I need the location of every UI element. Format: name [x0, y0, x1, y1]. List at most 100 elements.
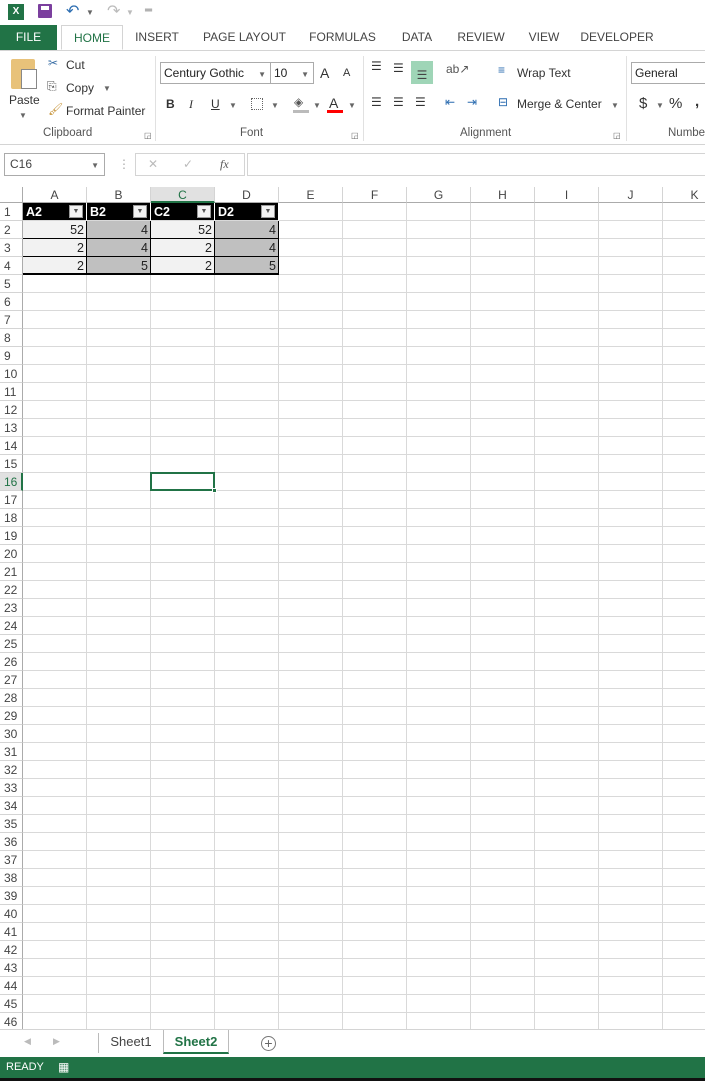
cell[interactable]	[23, 941, 87, 959]
redo-dropdown-icon[interactable]: ▼	[126, 8, 134, 17]
cell[interactable]	[599, 707, 663, 725]
cell[interactable]	[471, 491, 535, 509]
row-header-39[interactable]: 39	[0, 887, 23, 905]
cell[interactable]	[663, 887, 705, 905]
cell[interactable]	[663, 491, 705, 509]
cell[interactable]	[407, 329, 471, 347]
row-header-9[interactable]: 9	[0, 347, 23, 365]
cell[interactable]	[343, 941, 407, 959]
cell[interactable]	[407, 545, 471, 563]
save-icon[interactable]	[38, 4, 52, 18]
alignment-launcher-icon[interactable]: ◲	[613, 131, 621, 140]
cell[interactable]	[151, 761, 215, 779]
cell[interactable]	[215, 419, 279, 437]
row-header-42[interactable]: 42	[0, 941, 23, 959]
row-header-20[interactable]: 20	[0, 545, 23, 563]
cell[interactable]	[471, 221, 535, 239]
cell[interactable]	[151, 437, 215, 455]
cell[interactable]	[215, 617, 279, 635]
clipboard-launcher-icon[interactable]: ◲	[144, 131, 152, 140]
cell[interactable]	[535, 743, 599, 761]
cell[interactable]	[87, 707, 151, 725]
cell[interactable]	[663, 365, 705, 383]
cell[interactable]	[407, 887, 471, 905]
tab-view[interactable]: VIEW	[518, 25, 570, 50]
cell[interactable]	[535, 257, 599, 275]
cell[interactable]	[23, 995, 87, 1013]
cell[interactable]	[87, 599, 151, 617]
column-header-J[interactable]: J	[599, 187, 663, 203]
row-header-32[interactable]: 32	[0, 761, 23, 779]
cell[interactable]	[535, 653, 599, 671]
cell[interactable]	[599, 203, 663, 221]
table-cell[interactable]: 4	[87, 239, 151, 257]
cell[interactable]	[599, 293, 663, 311]
italic-button[interactable]: I	[189, 97, 193, 112]
cell[interactable]	[343, 275, 407, 293]
cell[interactable]	[343, 329, 407, 347]
cell[interactable]	[663, 221, 705, 239]
cell[interactable]	[279, 833, 343, 851]
cell[interactable]	[343, 491, 407, 509]
cell[interactable]	[343, 905, 407, 923]
cell[interactable]	[663, 797, 705, 815]
cell[interactable]	[663, 923, 705, 941]
cell[interactable]	[471, 869, 535, 887]
name-box[interactable]: C16 ▼	[4, 153, 105, 176]
cell[interactable]	[599, 257, 663, 275]
cell[interactable]	[23, 401, 87, 419]
cell[interactable]	[215, 743, 279, 761]
cell[interactable]	[535, 671, 599, 689]
cell[interactable]	[599, 617, 663, 635]
cell[interactable]	[407, 977, 471, 995]
row-header-41[interactable]: 41	[0, 923, 23, 941]
cell[interactable]	[471, 239, 535, 257]
row-header-15[interactable]: 15	[0, 455, 23, 473]
fill-color-dropdown-icon[interactable]: ▼	[313, 101, 321, 110]
row-header-17[interactable]: 17	[0, 491, 23, 509]
cell[interactable]	[87, 761, 151, 779]
cell[interactable]	[279, 887, 343, 905]
cell[interactable]	[87, 959, 151, 977]
row-header-13[interactable]: 13	[0, 419, 23, 437]
cell[interactable]	[87, 311, 151, 329]
cell[interactable]	[279, 797, 343, 815]
cell[interactable]	[23, 473, 87, 491]
cell[interactable]	[215, 401, 279, 419]
cell[interactable]	[279, 977, 343, 995]
cell[interactable]	[407, 635, 471, 653]
cell[interactable]	[471, 581, 535, 599]
cell[interactable]	[535, 509, 599, 527]
cell[interactable]	[215, 545, 279, 563]
cancel-icon[interactable]: ✕	[148, 154, 158, 174]
cell[interactable]	[23, 743, 87, 761]
cell[interactable]	[279, 923, 343, 941]
top-align-button[interactable]: ☰	[371, 59, 382, 73]
row-header-12[interactable]: 12	[0, 401, 23, 419]
cell[interactable]	[23, 761, 87, 779]
cell[interactable]	[663, 815, 705, 833]
cell[interactable]	[599, 635, 663, 653]
cell[interactable]	[535, 329, 599, 347]
cell[interactable]	[87, 545, 151, 563]
cell[interactable]	[215, 311, 279, 329]
cell[interactable]	[599, 455, 663, 473]
cell[interactable]	[151, 797, 215, 815]
cell[interactable]	[407, 761, 471, 779]
cell[interactable]	[279, 329, 343, 347]
cell[interactable]	[279, 347, 343, 365]
cell[interactable]	[87, 671, 151, 689]
cell[interactable]	[151, 329, 215, 347]
cell[interactable]	[279, 527, 343, 545]
cell[interactable]	[663, 599, 705, 617]
cell[interactable]	[343, 689, 407, 707]
column-header-I[interactable]: I	[535, 187, 599, 203]
cell[interactable]	[407, 473, 471, 491]
cell[interactable]	[663, 743, 705, 761]
scroll-left-icon[interactable]: ◀	[24, 1036, 31, 1047]
row-header-16[interactable]: 16	[0, 473, 23, 491]
cell[interactable]	[279, 311, 343, 329]
cell[interactable]	[343, 779, 407, 797]
cell[interactable]	[87, 455, 151, 473]
cell[interactable]	[151, 743, 215, 761]
